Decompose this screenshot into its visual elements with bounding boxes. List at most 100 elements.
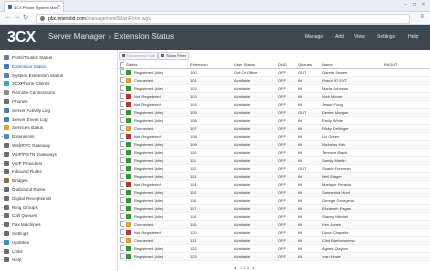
sidebar-item[interactable]: + VoIP/PSTN Gateways <box>1 151 114 158</box>
sidebar-item[interactable]: Server Activity Log <box>4 107 114 114</box>
table-row[interactable]: Registered (idle) 122 Available OFF IN Agnes … <box>118 244 430 253</box>
table-row[interactable]: Not Registered 104 Available OFF IN Jesse Fun… <box>118 100 430 109</box>
table-row[interactable]: Registered (idle) 102 Available OFF IN Maria … <box>118 84 430 93</box>
browser-menu-icon[interactable]: ≡ <box>420 14 424 20</box>
table-row[interactable]: Registered (idle) 105 Available OFF OUT Dexte… <box>118 108 430 117</box>
sidebar-item[interactable]: + Settings <box>1 230 114 237</box>
sidebar-item[interactable]: + Call Queues <box>1 212 114 219</box>
sidebar-item[interactable]: Remote Connections <box>4 89 114 96</box>
table-row[interactable]: Registered (idle) 115 Available OFF IN Samant… <box>118 188 430 197</box>
expand-icon[interactable]: + <box>1 168 3 175</box>
sidebar-item[interactable]: + Links <box>1 248 114 255</box>
sidebar-item[interactable]: Ports/Trunks Status <box>4 54 114 61</box>
row-checkbox[interactable] <box>118 212 124 221</box>
sidebar-item[interactable]: 3CXPhone Clients <box>4 80 114 87</box>
forward-icon[interactable]: → <box>14 14 20 20</box>
table-row[interactable]: Registered (idle) 113 Available OFF IN Nell S… <box>118 172 430 181</box>
sidebar-item[interactable]: + Fax Machines <box>1 221 114 228</box>
row-checkbox[interactable] <box>118 108 124 117</box>
table-row[interactable]: Connected 119 Available OFF IN Ken Jones <box>118 220 430 229</box>
maximize-icon[interactable]: □ <box>413 2 416 8</box>
row-checkbox[interactable] <box>118 148 124 157</box>
close-window-icon[interactable]: × <box>422 2 425 8</box>
expand-icon[interactable]: + <box>1 133 3 140</box>
reload-icon[interactable]: ↻ <box>23 14 28 21</box>
sidebar-item[interactable]: System Extension Status <box>4 72 114 79</box>
expand-icon[interactable]: + <box>1 248 3 255</box>
row-checkbox[interactable] <box>118 140 124 149</box>
sidebar-item[interactable]: + Extensions <box>1 133 114 140</box>
sidebar-item[interactable]: + Digital Receptionist <box>1 195 114 202</box>
col-extension[interactable]: Extension <box>188 61 232 69</box>
expand-icon[interactable]: + <box>1 186 3 193</box>
sidebar-item[interactable]: + Bridges <box>1 177 114 184</box>
table-row[interactable]: Not Registered 114 Available OFF IN Marique P… <box>118 180 430 189</box>
sidebar-item[interactable]: Services status <box>4 124 114 131</box>
col-dnd[interactable]: DND <box>276 61 296 69</box>
sidebar-item[interactable]: Extension Status <box>4 63 114 70</box>
prev-page-button[interactable]: ◂ <box>234 265 236 270</box>
row-checkbox[interactable] <box>118 68 124 77</box>
row-checkbox[interactable] <box>118 92 124 101</box>
url-field[interactable]: pbx.interobit.com/management/MainForm.wg… <box>36 14 410 24</box>
table-row[interactable]: Registered (idle) 116 Available OFF IN George… <box>118 196 430 205</box>
sidebar-item[interactable]: + Inbound Rules <box>1 168 114 175</box>
table-row[interactable]: Registered (idle) 109 Available OFF IN Nichol… <box>118 140 430 149</box>
row-checkbox[interactable] <box>118 84 124 93</box>
minimize-icon[interactable]: – <box>404 2 407 8</box>
nav-manage[interactable]: Manage <box>305 34 323 40</box>
next-page-button[interactable]: ▸ <box>253 265 255 270</box>
expand-icon[interactable]: + <box>1 221 3 228</box>
table-row[interactable]: Not Registered 108 Available OFF IN Liz Green <box>118 132 430 141</box>
expand-icon[interactable]: + <box>1 177 3 184</box>
row-checkbox[interactable] <box>118 156 124 165</box>
expand-icon[interactable]: + <box>1 256 3 263</box>
table-row[interactable]: Registered (idle) 123 Available OFF IN Ivan H… <box>118 252 430 261</box>
select-all-checkbox[interactable] <box>118 61 124 69</box>
expand-icon[interactable]: + <box>1 230 3 237</box>
sidebar-item[interactable]: + Help <box>1 256 114 263</box>
row-checkbox[interactable] <box>118 124 124 133</box>
browser-tab[interactable]: 3CX Phone System Man... × <box>4 1 64 12</box>
row-checkbox[interactable] <box>118 180 124 189</box>
back-icon[interactable]: ← <box>5 14 11 20</box>
expand-icon[interactable]: + <box>1 151 3 158</box>
table-row[interactable]: Registered (idle) 106 Available OFF IN Emily … <box>118 116 430 125</box>
sidebar-item[interactable]: WebRTC Gateway <box>4 142 114 149</box>
sidebar-item[interactable]: Phones <box>4 98 114 105</box>
row-checkbox[interactable] <box>118 220 124 229</box>
row-checkbox[interactable] <box>118 236 124 245</box>
expand-icon[interactable]: + <box>1 212 3 219</box>
page-numbers[interactable]: 1 2 3 <box>240 265 249 270</box>
col-user-status[interactable]: User Status <box>232 61 276 69</box>
expand-icon[interactable]: + <box>1 239 3 246</box>
row-checkbox[interactable] <box>118 204 124 213</box>
col-name[interactable]: Name <box>320 61 382 69</box>
table-row[interactable]: Registered (idle) 117 Available OFF IN Elizab… <box>118 204 430 213</box>
row-checkbox[interactable] <box>118 196 124 205</box>
nav-add[interactable]: Add <box>335 34 344 40</box>
nav-help[interactable]: Help <box>408 34 418 40</box>
sidebar-item[interactable]: Server Event Log <box>4 116 114 123</box>
nav-settings[interactable]: Settings <box>377 34 395 40</box>
table-row[interactable]: Registered (idle) 118 Available OFF IN Stacey… <box>118 212 430 221</box>
table-row[interactable]: Connected 101 Available OFF IN Robot 97 EXT <box>118 76 430 85</box>
row-checkbox[interactable] <box>118 188 124 197</box>
sidebar-item[interactable]: + Ring Groups <box>1 204 114 211</box>
sidebar-item[interactable]: + VoIP Providers <box>1 160 114 167</box>
expand-icon[interactable]: + <box>1 160 3 167</box>
col-inout[interactable]: IN/OUT <box>382 61 430 69</box>
sidebar-item[interactable]: + Updates <box>1 239 114 246</box>
row-checkbox[interactable] <box>118 76 124 85</box>
nav-view[interactable]: View <box>354 34 365 40</box>
col-status[interactable]: Status <box>124 61 188 69</box>
row-checkbox[interactable] <box>118 164 124 173</box>
table-row[interactable]: Not Registered 120 Available OFF IN Dona Chap… <box>118 228 430 237</box>
row-checkbox[interactable] <box>118 244 124 253</box>
row-checkbox[interactable] <box>118 100 124 109</box>
row-checkbox[interactable] <box>118 252 124 261</box>
row-checkbox[interactable] <box>118 228 124 237</box>
table-row[interactable]: Registered (idle) 112 Available OFF OUT Shane… <box>118 164 430 173</box>
col-queues[interactable]: Queues <box>296 61 320 69</box>
table-row[interactable]: Registered (idle) 100 Out Of Office OFF OUT G… <box>118 68 430 77</box>
